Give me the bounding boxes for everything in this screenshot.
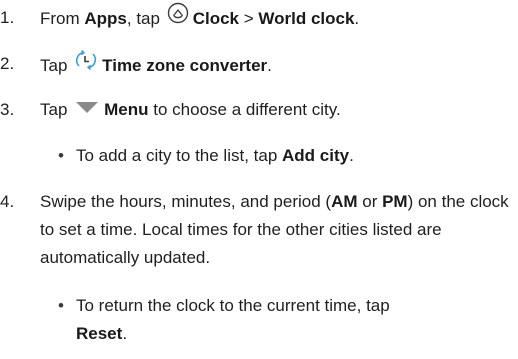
step-text: Tap Menu to choose a different city. [40, 96, 341, 125]
step-number: 4. [0, 192, 15, 211]
time-zone-converter-icon [74, 48, 98, 81]
add-city-label: Add city [282, 146, 350, 165]
step-number: 2. [0, 54, 15, 73]
pm-label: PM [382, 192, 408, 211]
world-clock-label: World clock [258, 8, 355, 28]
step-number: 1. [0, 8, 15, 27]
menu-dropdown-triangle-icon [74, 95, 100, 123]
step-text: Swipe the hours, minutes, and period (AM… [40, 192, 509, 267]
step-text: Tap Time zone converter. [40, 48, 272, 83]
instructions-list: 1. From Apps, tap Clock > World clock. 2… [0, 0, 518, 359]
step-number: 3. [0, 100, 15, 119]
clock-label: Clock [192, 8, 239, 28]
bullet-marker: • [58, 146, 64, 165]
am-label: AM [331, 192, 358, 211]
menu-label: Menu [104, 100, 149, 119]
reset-label: Reset [76, 324, 123, 343]
apps-label: Apps [84, 8, 127, 28]
bullet-marker: • [58, 296, 64, 315]
bullet-text: To return the clock to the current time,… [76, 296, 390, 343]
bullet-text: To add a city to the list, tap Add city. [76, 146, 354, 165]
step-text: From Apps, tap Clock > World clock. [40, 2, 359, 35]
time-zone-converter-label: Time zone converter [102, 55, 268, 75]
clock-app-icon [167, 2, 189, 33]
